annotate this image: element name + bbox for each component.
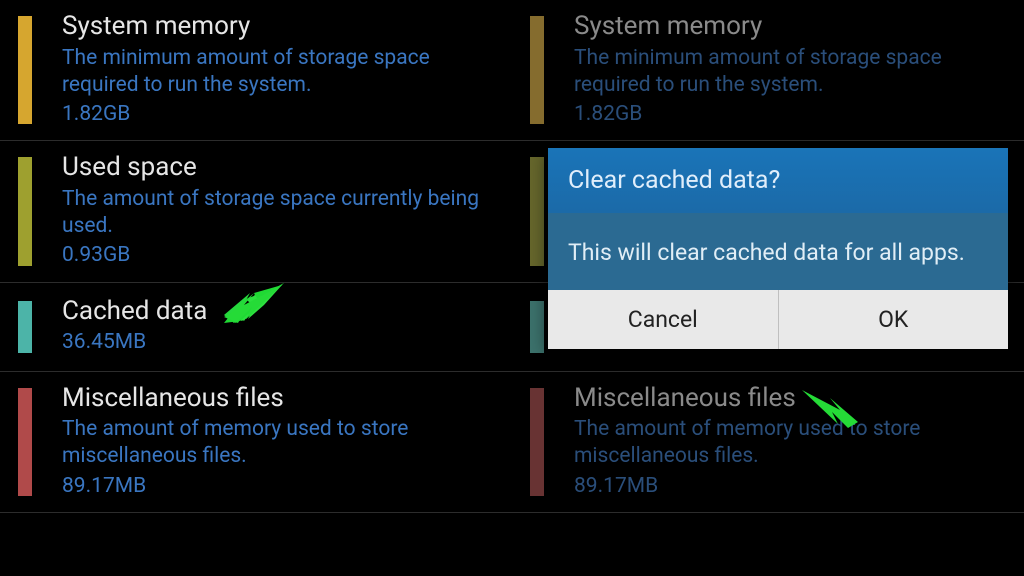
dialog-button-row: Cancel OK [548, 290, 1008, 349]
color-bar [18, 388, 32, 496]
row-title: Used space [62, 151, 494, 184]
row-size: 36.45MB [62, 329, 494, 356]
color-bar [530, 388, 544, 496]
cancel-button[interactable]: Cancel [548, 290, 778, 349]
row-size: 89.17MB [574, 473, 1006, 500]
row-title: System memory [62, 10, 494, 43]
storage-row-system[interactable]: System memory The minimum amount of stor… [0, 0, 512, 141]
row-title: Cached data [62, 295, 494, 328]
row-desc: The amount of memory used to store misce… [574, 416, 1006, 471]
row-size: 1.82GB [62, 101, 494, 128]
row-size: 0.93GB [62, 242, 494, 269]
color-bar [530, 16, 544, 124]
storage-list-left: System memory The minimum amount of stor… [0, 0, 512, 576]
row-desc: The amount of storage space currently be… [62, 186, 494, 241]
storage-row-misc: Miscellaneous files The amount of memory… [512, 372, 1024, 513]
color-bar [530, 157, 544, 265]
storage-row-used[interactable]: Used space The amount of storage space c… [0, 141, 512, 282]
color-bar [18, 301, 32, 353]
row-title: Miscellaneous files [62, 382, 494, 415]
color-bar [18, 16, 32, 124]
row-size: 1.82GB [574, 101, 1006, 128]
row-size: 89.17MB [62, 473, 494, 500]
storage-row-cached[interactable]: Cached data 36.45MB [0, 283, 512, 372]
dialog-title: Clear cached data? [548, 148, 1008, 213]
clear-cache-dialog: Clear cached data? This will clear cache… [548, 148, 1008, 349]
row-desc: The minimum amount of storage space requ… [62, 45, 494, 100]
storage-row-misc[interactable]: Miscellaneous files The amount of memory… [0, 372, 512, 513]
storage-row-system: System memory The minimum amount of stor… [512, 0, 1024, 141]
ok-button[interactable]: OK [779, 290, 1009, 349]
row-desc: The minimum amount of storage space requ… [574, 45, 1006, 100]
row-title: System memory [574, 10, 1006, 43]
dialog-message: This will clear cached data for all apps… [548, 213, 1008, 290]
row-desc: The amount of memory used to store misce… [62, 416, 494, 471]
color-bar [530, 301, 544, 353]
row-title: Miscellaneous files [574, 382, 1006, 415]
color-bar [18, 157, 32, 265]
